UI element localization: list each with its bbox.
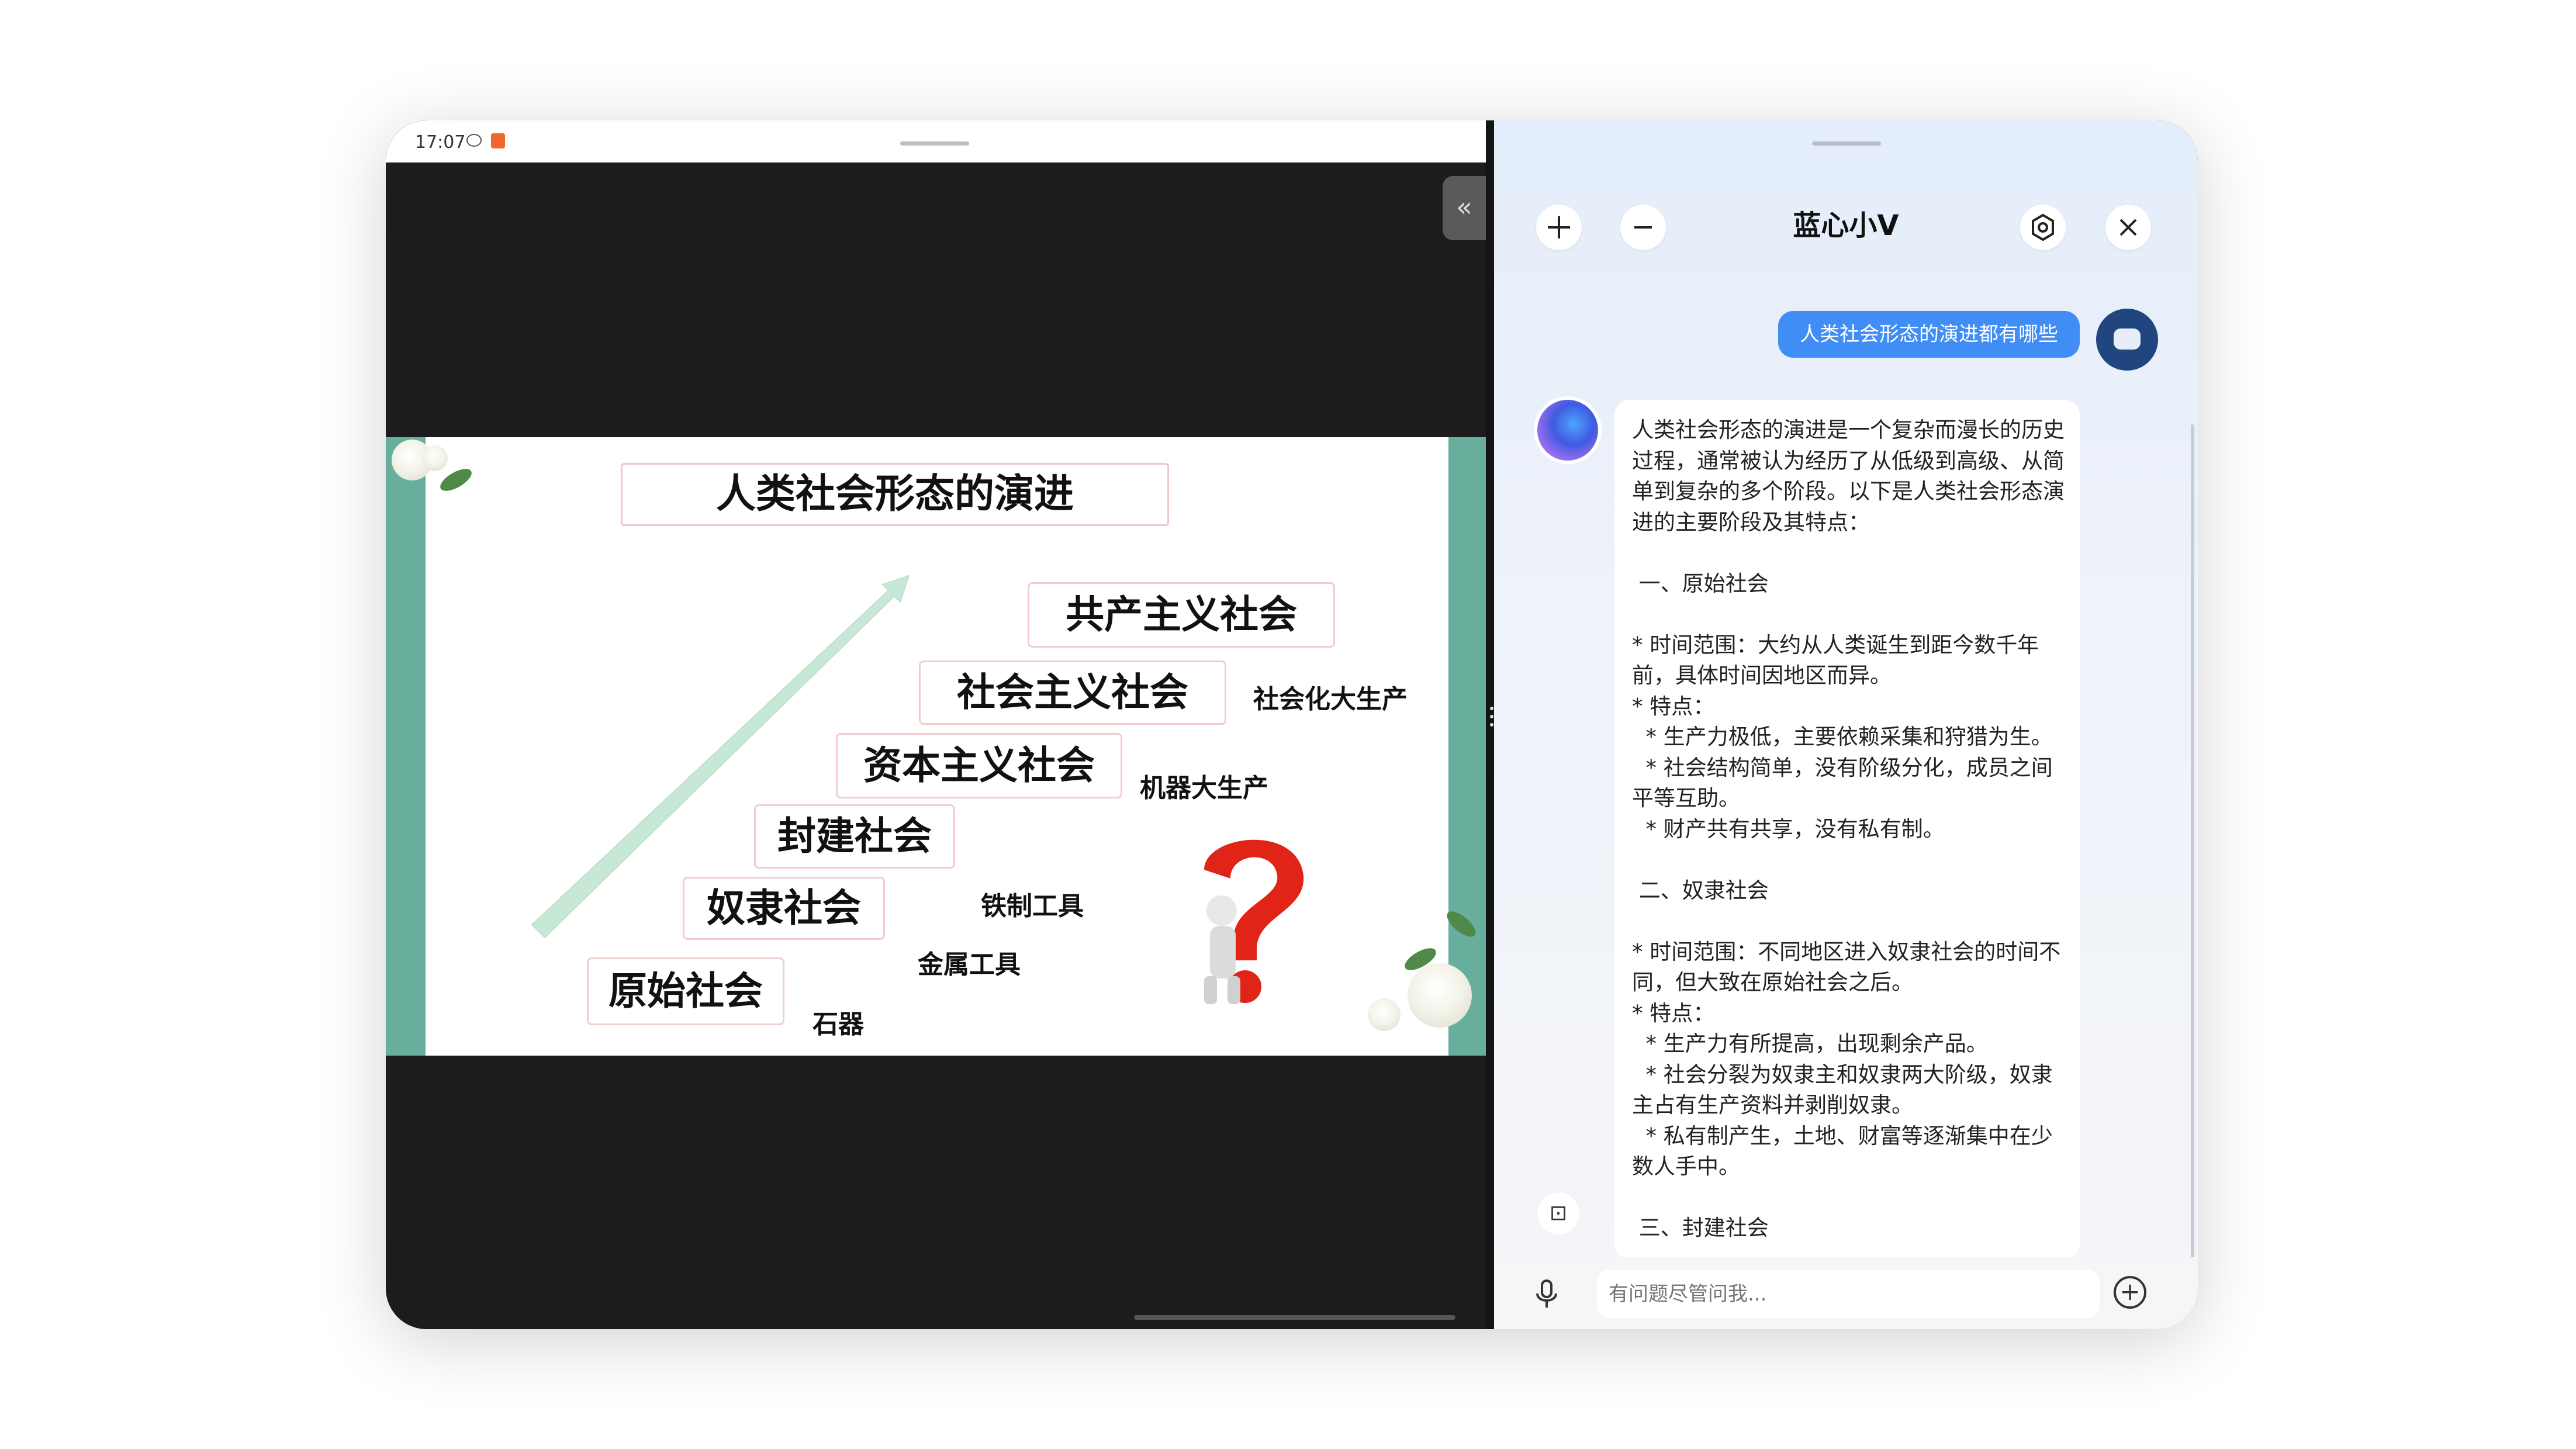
user-message: 人类社会形态的演进都有哪些: [1778, 311, 2080, 358]
notification-icon: [466, 134, 482, 147]
stage-communist-society: 共产主义社会: [1028, 582, 1335, 648]
assistant-message-card: 人类社会形态的演进是一个复杂而漫长的历史过程，通常被认为经历了从低级到高级、从简…: [1614, 400, 2080, 1259]
status-time: 17:07: [415, 132, 466, 153]
tool-stone: 石器: [812, 1009, 864, 1039]
question-input[interactable]: [1597, 1270, 2100, 1318]
tool-machine: 机器大生产: [1140, 773, 1268, 803]
tool-metal: 金属工具: [918, 950, 1021, 980]
settings-icon[interactable]: [2020, 205, 2066, 250]
assistant-pane: 蓝心小V 人类社会形态的演进都有哪些 人类社会形态的演进是一个复杂而漫长的历史过…: [1494, 120, 2198, 1329]
toolbox-icon[interactable]: ⊡: [1537, 1192, 1579, 1234]
collapse-pane-button[interactable]: «: [1443, 176, 1486, 240]
assistant-message-text: 人类社会形态的演进是一个复杂而漫长的历史过程，通常被认为经历了从低级到高级、从简…: [1632, 417, 2065, 1240]
stage-feudal-society: 封建社会: [754, 804, 955, 869]
home-indicator[interactable]: [1134, 1315, 1455, 1320]
tool-socialized: 社会化大生产: [1253, 684, 1408, 714]
stage-primitive-society: 原始社会: [587, 957, 784, 1025]
stage-socialist-society: 社会主义社会: [919, 660, 1226, 725]
user-avatar: [2096, 309, 2158, 371]
window-drag-handle[interactable]: [1812, 141, 1881, 146]
close-icon[interactable]: [2105, 205, 2151, 250]
presentation-slide: 人类社会形态的演进 原始社会 奴隶社会 封建社会 资本主义社会 社会主义社会 共…: [386, 437, 1486, 1056]
expand-icon[interactable]: [1536, 205, 1582, 250]
minimize-icon[interactable]: [1620, 205, 1666, 250]
stage-capitalist-society: 资本主义社会: [836, 733, 1122, 798]
split-divider-handle[interactable]: [1490, 707, 1493, 731]
stage-slave-society: 奴隶社会: [683, 877, 885, 940]
tool-iron: 铁制工具: [981, 891, 1084, 921]
scrollbar[interactable]: [2191, 424, 2194, 1329]
assistant-title: 蓝心小V: [1793, 209, 1899, 242]
assistant-avatar: [1537, 400, 1598, 461]
window-drag-handle[interactable]: [900, 141, 969, 146]
add-attachment-icon[interactable]: +: [2114, 1276, 2146, 1309]
foldable-device-screen: 17:07 « 人类社会形态的演进 原始社会 奴隶社会 封建社会 资本主义社会 …: [386, 120, 2198, 1329]
status-bar: 17:07: [386, 120, 1486, 162]
app-notification-icon: [491, 133, 505, 148]
input-bar: +: [1494, 1257, 2198, 1329]
left-app-pane: 17:07 « 人类社会形态的演进 原始社会 奴隶社会 封建社会 资本主义社会 …: [386, 120, 1486, 1329]
microphone-icon[interactable]: [1530, 1277, 1563, 1310]
question-mark-figure: [1204, 839, 1304, 1004]
